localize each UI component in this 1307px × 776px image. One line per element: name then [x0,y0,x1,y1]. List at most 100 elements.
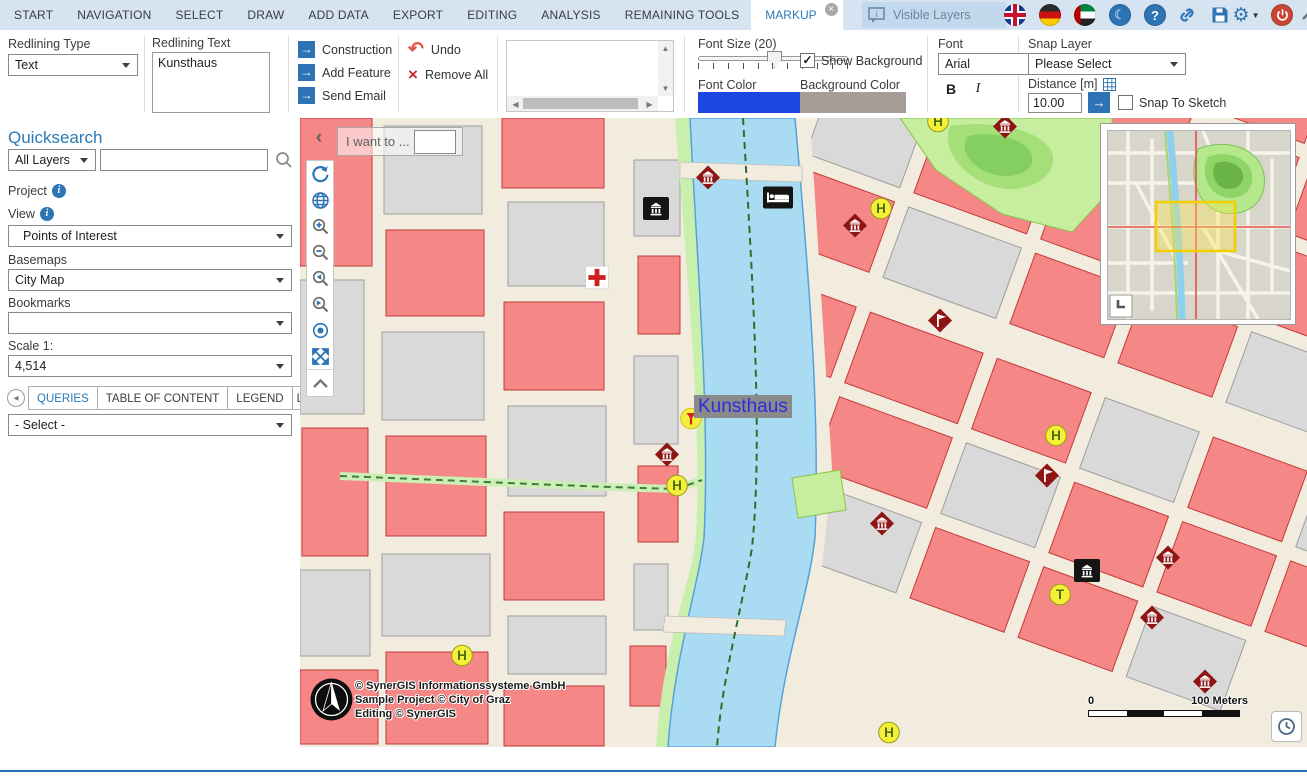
show-background-label: Show Background [821,54,922,68]
zoom-in-icon[interactable] [307,213,333,239]
bookmarks-select[interactable] [8,312,292,334]
background-color-label: Background Color [800,78,900,92]
tab-add-data[interactable]: ADD DATA [296,0,381,30]
font-color-swatch[interactable] [698,92,804,113]
next-extent-icon[interactable] [307,291,333,317]
night-mode-moon-icon[interactable]: ☾ [1109,4,1131,26]
settings-gear-icon[interactable]: ⚙ ▼ [1229,3,1263,27]
menu-tabs: START NAVIGATION SELECT DRAW ADD DATA EX… [2,0,843,30]
project-info-icon[interactable]: i [52,184,66,198]
tab-editing[interactable]: EDITING [455,0,529,30]
tab-remaining-tools[interactable]: REMAINING TOOLS [613,0,752,30]
tab-analysis[interactable]: ANALYSIS [529,0,612,30]
language-arabic-flag-icon[interactable] [1074,4,1096,26]
tab-markup-active[interactable]: MARKUP × [751,0,842,30]
redlining-type-value: Text [15,58,38,72]
globe-overview-icon[interactable] [307,187,333,213]
scroll-right-icon[interactable]: ▶ [642,100,657,109]
map-copyright: © SynerGIS Informationssysteme GmbH Samp… [355,679,565,721]
quicksearch-input[interactable] [100,149,268,171]
view-select[interactable]: Points of Interest [8,225,292,247]
share-link-icon[interactable] [1175,3,1199,27]
snap-to-sketch-label: Snap To Sketch [1139,96,1226,110]
query-select[interactable]: - Select - [8,414,292,436]
scale-bar: 0 100 Meters [1088,695,1240,717]
add-feature-button[interactable]: → Add Feature [298,64,391,81]
visible-layers-dropdown[interactable]: i Visible Layers [862,2,1006,28]
scroll-down-icon[interactable]: ▼ [658,84,673,93]
time-slider-clock-icon[interactable] [1271,711,1302,742]
help-icon[interactable]: ? [1144,4,1166,26]
tab-select[interactable]: SELECT [163,0,235,30]
view-text: View [8,207,35,221]
default-tool-icon[interactable] [307,317,333,343]
full-extent-icon[interactable] [307,343,333,369]
refresh-map-icon[interactable] [307,161,333,187]
tabs-scroll-left-icon[interactable]: ◀ [7,389,25,407]
close-tab-icon[interactable]: × [825,3,838,16]
collapse-ribbon-chevron-icon[interactable] [1297,3,1307,27]
horizontal-scrollbar[interactable]: ◀ ▶ [507,96,658,111]
bold-button[interactable]: B [941,81,961,97]
scalebar-bar [1088,710,1240,717]
tab-queries[interactable]: QUERIES [28,386,98,410]
show-background-checkbox[interactable]: ✓ [800,53,815,68]
overview-collapse-icon[interactable] [1110,295,1132,317]
ribbon-separator [497,36,498,112]
map-viewport[interactable]: HHHHTHH Kunsthaus I want to ... ‹ [300,118,1307,747]
tab-legend[interactable]: LEGEND [227,386,292,410]
construction-button[interactable]: → Construction [298,41,392,58]
construction-label: Construction [322,43,392,57]
font-size-label: Font Size (20) [698,37,777,51]
tab-draw[interactable]: DRAW [235,0,296,30]
language-german-flag-icon[interactable] [1039,4,1061,26]
logout-power-icon[interactable] [1271,4,1293,26]
scroll-up-icon[interactable]: ▲ [658,44,673,53]
zoom-out-icon[interactable] [307,239,333,265]
redlining-text-label: Redlining Text [152,36,230,50]
language-english-flag-icon[interactable] [1004,4,1026,26]
snap-to-sketch-checkbox[interactable] [1118,95,1133,110]
tab-table-of-content[interactable]: TABLE OF CONTENT [97,386,229,410]
basemaps-select[interactable]: City Map [8,269,292,291]
redline-list-panel[interactable]: ▲ ▼ ◀ ▶ [506,40,674,112]
undo-button[interactable]: ↶ Undo [408,41,461,58]
undo-icon: ↶ [408,41,424,58]
overview-map-canvas [1107,130,1291,320]
distance-table-icon[interactable] [1103,78,1116,91]
weboffice-gis-app: START NAVIGATION SELECT DRAW ADD DATA EX… [0,0,1307,776]
ribbon-separator [288,36,289,112]
snap-layer-value: Please Select [1035,57,1111,71]
i-want-to-input[interactable] [414,130,456,154]
copyright-line: © SynerGIS Informationssysteme GmbH [355,679,565,693]
redline-text-label[interactable]: Kunsthaus [694,395,792,418]
project-label: Project i [8,184,66,198]
scroll-left-icon[interactable]: ◀ [508,100,523,109]
redlining-type-select[interactable]: Text [8,54,138,76]
scrollbar-thumb[interactable] [523,98,638,109]
tab-navigation[interactable]: NAVIGATION [65,0,163,30]
tab-export[interactable]: EXPORT [381,0,455,30]
scale-select[interactable]: 4,514 [8,355,292,377]
background-color-swatch[interactable] [800,92,906,113]
snap-layer-select[interactable]: Please Select [1028,53,1186,75]
visible-layers-label: Visible Layers [893,8,985,22]
send-email-label: Send Email [322,89,386,103]
vertical-scrollbar[interactable]: ▲ ▼ [658,41,673,96]
redlining-text-input[interactable]: Kunsthaus [152,52,270,113]
overview-map[interactable] [1100,123,1296,325]
tab-start[interactable]: START [2,0,65,30]
i-want-to-widget[interactable]: I want to ... [337,127,463,156]
search-icon[interactable] [274,150,294,175]
view-info-icon[interactable]: i [40,207,54,221]
send-email-button[interactable]: → Send Email [298,87,386,104]
apply-distance-button[interactable]: → [1088,92,1110,113]
sidebar-collapse-icon[interactable]: ‹ [308,126,330,150]
toolbar-collapse-up-icon[interactable] [307,369,333,396]
remove-all-button[interactable]: × Remove All [408,66,488,83]
ribbon-separator [398,36,399,112]
quicksearch-layer-select[interactable]: All Layers [8,149,96,171]
distance-input[interactable] [1028,93,1082,113]
previous-extent-icon[interactable] [307,265,333,291]
italic-button[interactable]: I [968,81,988,97]
